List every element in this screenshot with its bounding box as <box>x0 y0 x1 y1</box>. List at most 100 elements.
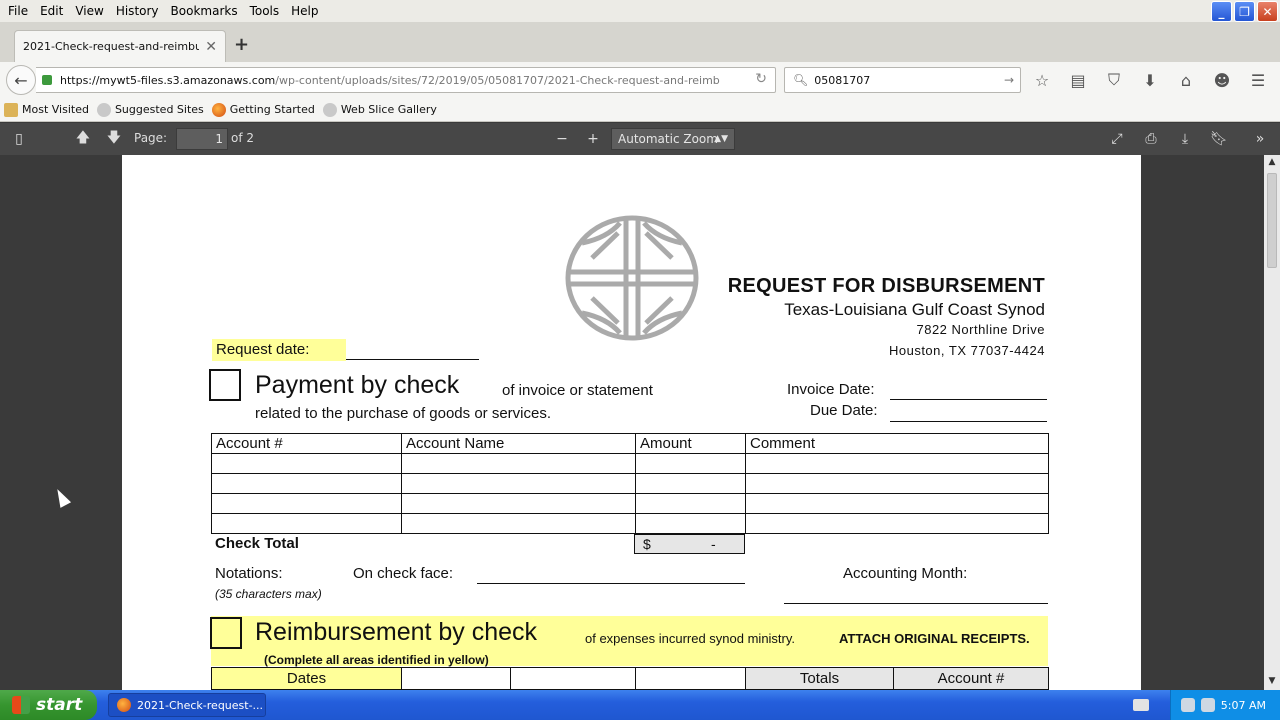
globe-icon <box>96 102 111 117</box>
tools-menu-icon[interactable]: » <box>1249 129 1271 149</box>
zoom-select[interactable]: Automatic Zoom ▲▼ <box>611 128 735 150</box>
restore-button[interactable]: ❐ <box>1234 1 1255 22</box>
char-limit-note: (35 characters max) <box>215 587 322 601</box>
save-icon[interactable]: ⤓ <box>1174 129 1196 149</box>
taskbar-item-firefox[interactable]: 2021-Check-request-... <box>108 693 266 717</box>
close-window-button[interactable]: ✕ <box>1257 1 1278 22</box>
windows-flag-icon <box>12 696 30 714</box>
bookmark-most-visited[interactable]: Most Visited <box>4 102 89 117</box>
table-cell[interactable] <box>635 473 746 494</box>
bookmark-web-slice-gallery[interactable]: Web Slice Gallery <box>322 102 437 117</box>
due-date-line <box>890 421 1047 422</box>
table-cell[interactable] <box>401 473 636 494</box>
taskbar: start 2021-Check-request-... 5:07 AM <box>0 690 1280 720</box>
request-date-line <box>346 359 479 360</box>
bookmark-suggested-sites[interactable]: Suggested Sites <box>96 102 204 117</box>
presentation-mode-icon[interactable]: ⤢ <box>1106 129 1128 149</box>
table-row <box>211 513 1049 534</box>
back-button[interactable]: ← <box>6 65 36 95</box>
star-icon[interactable]: ☆ <box>1030 68 1054 92</box>
table-cell[interactable] <box>745 473 1049 494</box>
sidebar-toggle-icon[interactable]: ▯ <box>8 129 30 149</box>
previous-page-icon[interactable]: 🡅 <box>72 129 94 149</box>
keyboard-icon[interactable] <box>1133 699 1149 711</box>
search-input[interactable]: 05081707 <box>814 74 1004 87</box>
table-cell[interactable] <box>745 453 1049 474</box>
table-cell[interactable] <box>211 493 402 514</box>
payment-checkbox[interactable] <box>209 369 241 401</box>
table-cell[interactable] <box>635 453 746 474</box>
table-cell[interactable] <box>401 513 636 534</box>
folder-icon <box>4 102 18 117</box>
reader-icon[interactable]: ▤ <box>1066 68 1090 92</box>
arrow-left-icon: ← <box>14 70 28 90</box>
zoom-value: Automatic Zoom <box>618 132 718 146</box>
table-cell[interactable] <box>745 493 1049 514</box>
start-button[interactable]: start <box>0 690 97 720</box>
download-icon[interactable]: ⬇ <box>1138 68 1162 92</box>
new-tab-icon[interactable]: + <box>234 34 249 55</box>
menu-tools[interactable]: Tools <box>244 4 286 18</box>
reimbursement-checkbox[interactable] <box>210 617 242 649</box>
page-number-input[interactable]: 1 <box>176 128 228 150</box>
reimbursement-heading: Reimbursement by check <box>255 618 538 646</box>
table-header-row: Dates Totals Account # <box>211 667 1049 690</box>
globe-icon <box>322 102 337 117</box>
header-totals: Totals <box>745 667 894 690</box>
navigation-bar: ← https://mywt5-files.s3.amazonaws.com/w… <box>0 62 1280 98</box>
lock-icon <box>42 75 52 85</box>
table-cell[interactable] <box>211 473 402 494</box>
search-go-icon[interactable]: → <box>1004 73 1014 87</box>
hamburger-menu-icon[interactable]: ☰ <box>1246 68 1270 92</box>
bookmark-getting-started[interactable]: Getting Started <box>211 102 315 117</box>
tray-icon[interactable] <box>1180 698 1195 712</box>
table-cell <box>510 667 636 690</box>
pocket-icon[interactable]: ⛉ <box>1102 68 1126 92</box>
tab-pdf[interactable]: 2021-Check-request-and-reimburs... ✕ <box>14 30 226 62</box>
url-bar[interactable]: https://mywt5-files.s3.amazonaws.com/wp-… <box>36 67 776 93</box>
reload-icon[interactable]: ↻ <box>755 71 767 87</box>
table-cell[interactable] <box>401 493 636 514</box>
payment-sub-1: of invoice or statement <box>502 382 653 399</box>
search-bar[interactable]: 🔍︎ 05081707 → <box>784 67 1021 93</box>
firefox-icon <box>117 698 131 712</box>
minimize-button[interactable]: _ <box>1211 1 1232 22</box>
chat-icon[interactable]: ☻ <box>1210 68 1234 92</box>
menu-history[interactable]: History <box>110 4 165 18</box>
page-label: Page: <box>134 131 168 145</box>
on-check-face-label: On check face: <box>353 565 454 582</box>
table-cell[interactable] <box>745 513 1049 534</box>
zoom-in-icon[interactable]: + <box>582 129 604 149</box>
address-line-1: 7822 Northline Drive <box>916 322 1045 337</box>
menu-bookmarks[interactable]: Bookmarks <box>165 4 244 18</box>
taskbar-item-label: 2021-Check-request-... <box>137 698 264 712</box>
print-icon[interactable]: ⎙ <box>1140 129 1162 149</box>
menu-edit[interactable]: Edit <box>34 4 69 18</box>
scroll-up-icon[interactable]: ▲ <box>1266 157 1278 169</box>
menu-view[interactable]: View <box>69 4 109 18</box>
menu-file[interactable]: File <box>2 4 34 18</box>
scrollbar-thumb[interactable] <box>1267 173 1277 268</box>
next-page-icon[interactable]: 🡇 <box>103 129 125 149</box>
table-cell <box>401 667 511 690</box>
bookmark-icon[interactable]: 🔖︎ <box>1208 129 1230 149</box>
table-cell[interactable] <box>635 513 746 534</box>
request-date-label: Request date: <box>212 339 346 361</box>
table-cell[interactable] <box>211 513 402 534</box>
invoice-date-label: Invoice Date: <box>787 381 875 398</box>
menu-help[interactable]: Help <box>285 4 324 18</box>
pdf-viewer[interactable]: REQUEST FOR DISBURSEMENT Texas-Louisiana… <box>0 155 1264 690</box>
toolbar-icons: ☆ ▤ ⛉ ⬇ ⌂ ☻ ☰ <box>1030 68 1270 92</box>
zoom-out-icon[interactable]: − <box>551 129 573 149</box>
header-account-name: Account Name <box>401 433 636 454</box>
scroll-down-icon[interactable]: ▼ <box>1266 676 1278 688</box>
table-cell[interactable] <box>211 453 402 474</box>
network-icon[interactable] <box>1200 698 1215 712</box>
close-tab-icon[interactable]: ✕ <box>205 39 217 55</box>
table-cell[interactable] <box>401 453 636 474</box>
home-icon[interactable]: ⌂ <box>1174 68 1198 92</box>
table-cell[interactable] <box>635 493 746 514</box>
accounting-month-label: Accounting Month: <box>843 565 968 582</box>
vertical-scrollbar[interactable]: ▲ ▼ <box>1264 155 1280 690</box>
system-tray: 5:07 AM <box>1170 690 1280 720</box>
